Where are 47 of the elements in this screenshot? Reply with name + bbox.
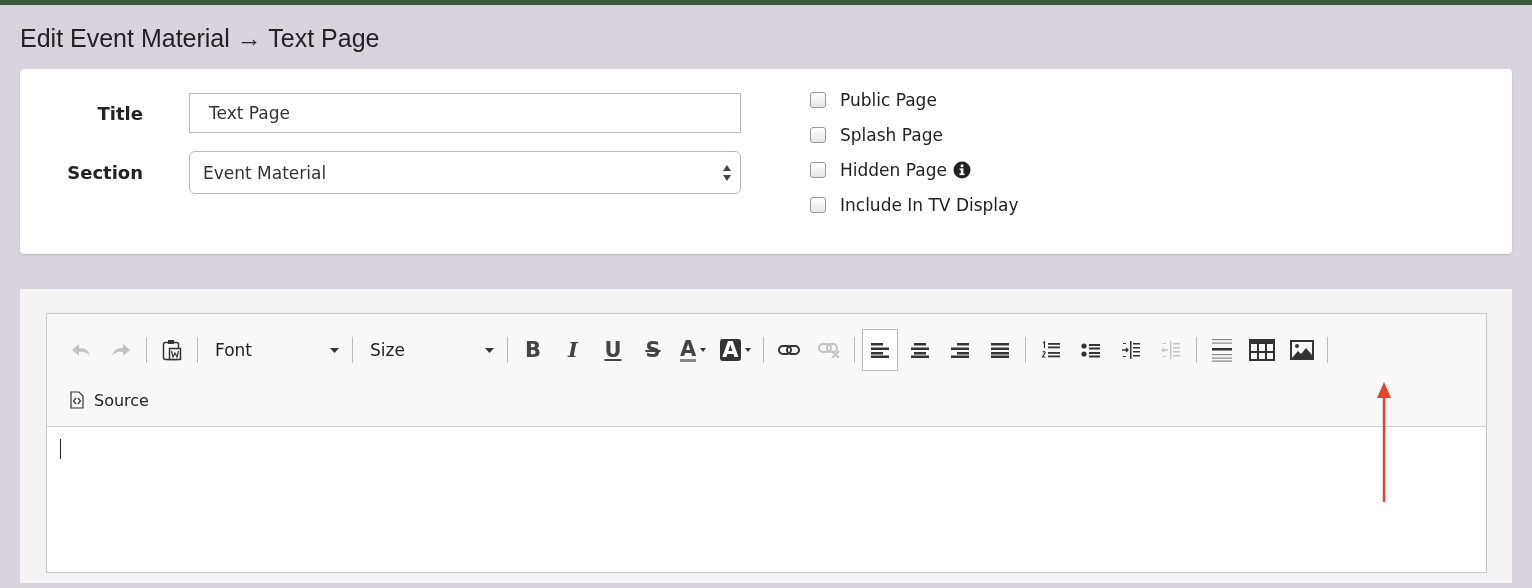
source-button[interactable]: Source [63,383,154,417]
checkbox[interactable] [810,91,826,108]
align-center-icon [909,342,930,358]
numbered-list-icon [1040,341,1061,359]
justify-icon [989,342,1010,358]
title-field[interactable]: Text Page [189,93,741,133]
horizontal-line-icon [1210,338,1233,362]
strike-button[interactable]: S [635,333,671,367]
option-label: Hidden Page [840,159,947,180]
align-left-button[interactable] [861,329,898,371]
caret-icon [700,348,707,352]
underline-button[interactable]: U [595,333,631,367]
page-title: Edit Event Material → Text Page [20,23,381,54]
info-icon[interactable] [952,160,971,179]
dropdown[interactable]: Font [203,340,347,360]
checkbox[interactable] [810,196,826,213]
field-label: Section [66,162,143,183]
updown-arrows-icon [722,163,732,182]
checkbox[interactable] [810,161,826,178]
indent-icon [1120,340,1141,360]
caret-icon [330,347,339,353]
option-label: Include In TV Display [840,194,1019,215]
section-dropdown[interactable]: Event Material [189,151,741,194]
italic-button[interactable]: I [555,333,591,367]
text-color-button[interactable]: A [675,333,712,367]
background-color-button[interactable]: A [715,333,756,367]
caret-icon [744,348,751,352]
option-label: Public Page [840,89,937,110]
image-icon [1289,340,1314,360]
caret-icon [485,347,494,353]
table-icon [1248,339,1275,361]
checkbox[interactable] [810,126,826,143]
link-icon [777,344,800,356]
align-left-icon [869,342,890,358]
outdent-icon [1160,340,1181,360]
undo-icon [71,343,91,357]
text-cursor [60,439,61,459]
document-icon [70,391,84,409]
bold-button[interactable]: B [515,333,551,367]
align-right-icon [949,342,970,358]
clipboard-icon [162,339,182,361]
field-label: Title [96,102,143,124]
unlink-icon [817,342,840,358]
option-label: Splash Page [840,124,943,145]
redo-icon [111,343,131,357]
dropdown[interactable]: Size [358,340,502,360]
bullet-list-icon [1080,342,1101,358]
